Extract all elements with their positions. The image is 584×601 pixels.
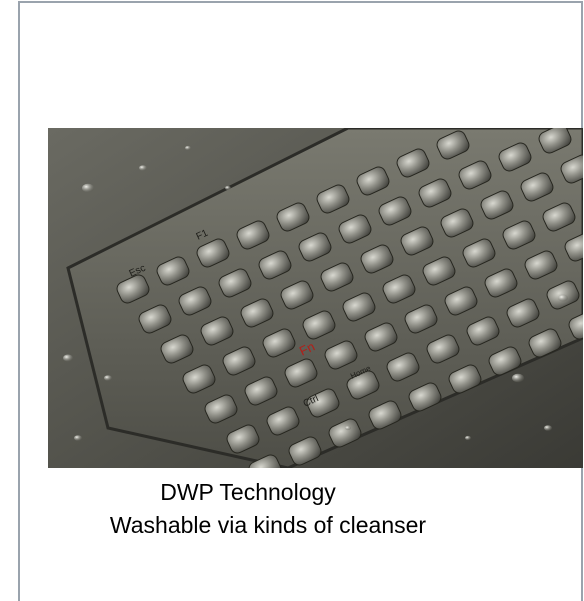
water-drop	[104, 375, 112, 381]
water-drop	[544, 425, 552, 431]
water-drop	[345, 425, 351, 431]
water-drop	[139, 165, 147, 171]
caption-line-1: DWP Technology	[160, 479, 336, 505]
water-drop	[63, 354, 73, 362]
water-drop	[74, 435, 82, 441]
water-drop	[465, 435, 471, 441]
keyboard-illustration: Esc F1 Fn Ctrl Home	[48, 128, 583, 468]
photo-caption: DWP Technology Washable via kinds of cle…	[48, 476, 448, 542]
water-drop	[558, 294, 568, 302]
water-drop	[82, 183, 94, 193]
keyboard-photo: Esc F1 Fn Ctrl Home	[48, 128, 583, 468]
caption-line-2: Washable via kinds of cleanser	[109, 512, 427, 538]
water-drop	[185, 145, 191, 151]
water-drop	[225, 185, 231, 191]
water-drop	[512, 373, 524, 383]
